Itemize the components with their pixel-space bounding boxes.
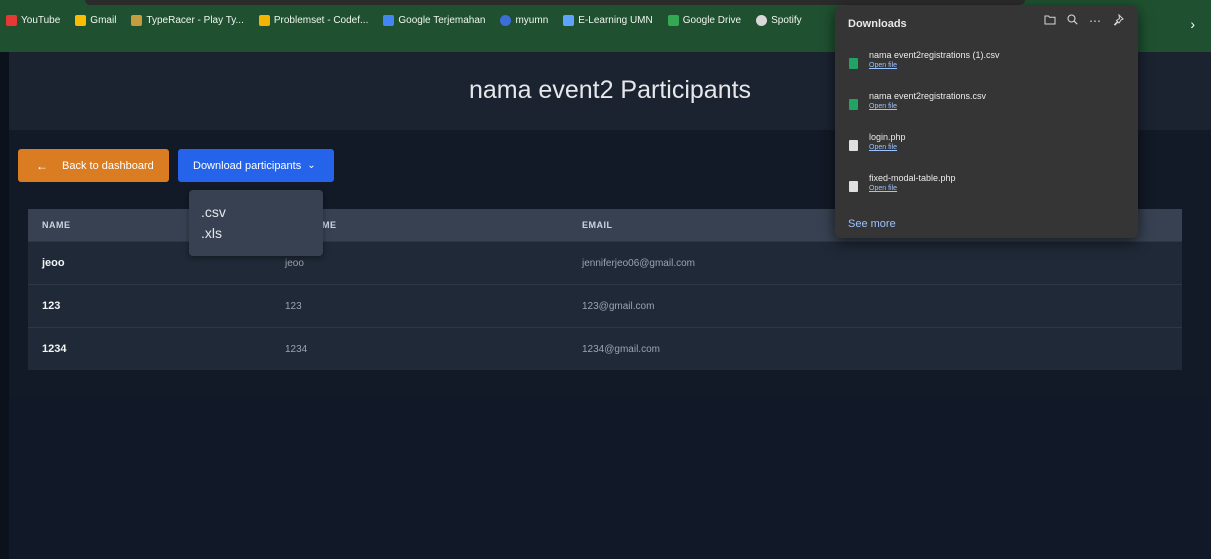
- left-edge: [0, 52, 9, 559]
- youtube-icon: [6, 14, 17, 26]
- column-header-username: ME: [322, 220, 337, 230]
- spotify-icon: [756, 14, 768, 26]
- pin-icon[interactable]: [1112, 13, 1124, 29]
- cell-email: jenniferjeo06@gmail.com: [582, 257, 695, 269]
- download-filename: nama event2registrations (1).csv: [869, 50, 1000, 60]
- cell-username: 1234: [285, 343, 308, 355]
- download-button-label: Download participants: [193, 159, 302, 172]
- download-format-menu: .csv .xls: [189, 190, 323, 256]
- bookmarks-overflow-chevron-icon[interactable]: ›: [1190, 16, 1195, 32]
- translate-icon: [383, 14, 395, 26]
- drive-icon: [667, 14, 679, 26]
- bookmark-google-translate[interactable]: Google Terjemahan: [383, 14, 485, 26]
- download-item[interactable]: nama event2registrations (1).csv Open fi…: [848, 50, 1128, 80]
- gmail-icon: [75, 14, 87, 26]
- open-file-link[interactable]: Open file: [869, 144, 897, 151]
- chevron-down-icon: ⌄: [307, 160, 316, 171]
- bookmark-codeforces[interactable]: Problemset - Codef...: [258, 14, 368, 26]
- elearning-icon: [563, 14, 575, 26]
- download-filename: fixed-modal-table.php: [869, 173, 956, 183]
- table-row: 123 123 123@gmail.com: [28, 284, 1182, 327]
- bookmark-youtube[interactable]: YouTube: [6, 14, 60, 26]
- download-filename: nama event2registrations.csv: [869, 91, 987, 101]
- open-file-link[interactable]: Open file: [869, 103, 897, 110]
- bookmark-gmail[interactable]: Gmail: [75, 14, 116, 26]
- cell-username: 123: [285, 300, 302, 312]
- php-file-icon: [849, 181, 858, 192]
- download-item[interactable]: login.php Open file: [848, 132, 1128, 162]
- downloads-panel: Downloads ⋯ nama event2registrations (1)…: [835, 6, 1138, 238]
- see-more-link[interactable]: See more: [848, 218, 896, 230]
- codeforces-icon: [258, 14, 270, 26]
- tab-strip-edge: [85, 0, 1025, 5]
- cell-email: 123@gmail.com: [582, 300, 655, 312]
- table-row: 1234 1234 1234@gmail.com: [28, 327, 1182, 370]
- arrow-left-icon: ←: [36, 158, 48, 173]
- csv-file-icon: [849, 99, 858, 110]
- csv-file-icon: [849, 58, 858, 69]
- cell-email: 1234@gmail.com: [582, 343, 660, 355]
- folder-icon[interactable]: [1044, 14, 1056, 29]
- myumn-icon: [500, 14, 512, 26]
- back-button-label: Back to dashboard: [62, 159, 154, 172]
- download-participants-button[interactable]: Download participants ⌄: [178, 149, 334, 182]
- back-to-dashboard-button[interactable]: ← Back to dashboard: [18, 149, 169, 182]
- bookmark-typeracer[interactable]: TypeRacer - Play Ty...: [131, 14, 244, 26]
- download-item[interactable]: nama event2registrations.csv Open file: [848, 91, 1128, 121]
- open-file-link[interactable]: Open file: [869, 62, 897, 69]
- downloads-title: Downloads: [848, 18, 907, 30]
- cell-name: jeoo: [42, 257, 65, 269]
- downloads-toolbar: ⋯: [1044, 13, 1124, 29]
- bookmark-myumn[interactable]: myumn: [500, 14, 548, 26]
- download-item[interactable]: fixed-modal-table.php Open file: [848, 173, 1128, 203]
- bookmark-google-drive[interactable]: Google Drive: [667, 14, 741, 26]
- download-filename: login.php: [869, 132, 906, 142]
- cell-name: 1234: [42, 343, 67, 355]
- more-options-icon[interactable]: ⋯: [1089, 14, 1101, 29]
- cell-name: 123: [42, 300, 61, 312]
- cell-username: jeoo: [285, 257, 304, 269]
- php-file-icon: [849, 140, 858, 151]
- open-file-link[interactable]: Open file: [869, 185, 897, 192]
- menu-item-csv[interactable]: .csv: [201, 202, 323, 223]
- menu-item-xls[interactable]: .xls: [201, 223, 323, 244]
- search-icon[interactable]: [1067, 14, 1078, 29]
- bookmark-spotify[interactable]: Spotify: [756, 14, 802, 26]
- bookmark-elearning[interactable]: E-Learning UMN: [563, 14, 653, 26]
- typeracer-icon: [131, 14, 143, 26]
- page-background: [9, 398, 1211, 559]
